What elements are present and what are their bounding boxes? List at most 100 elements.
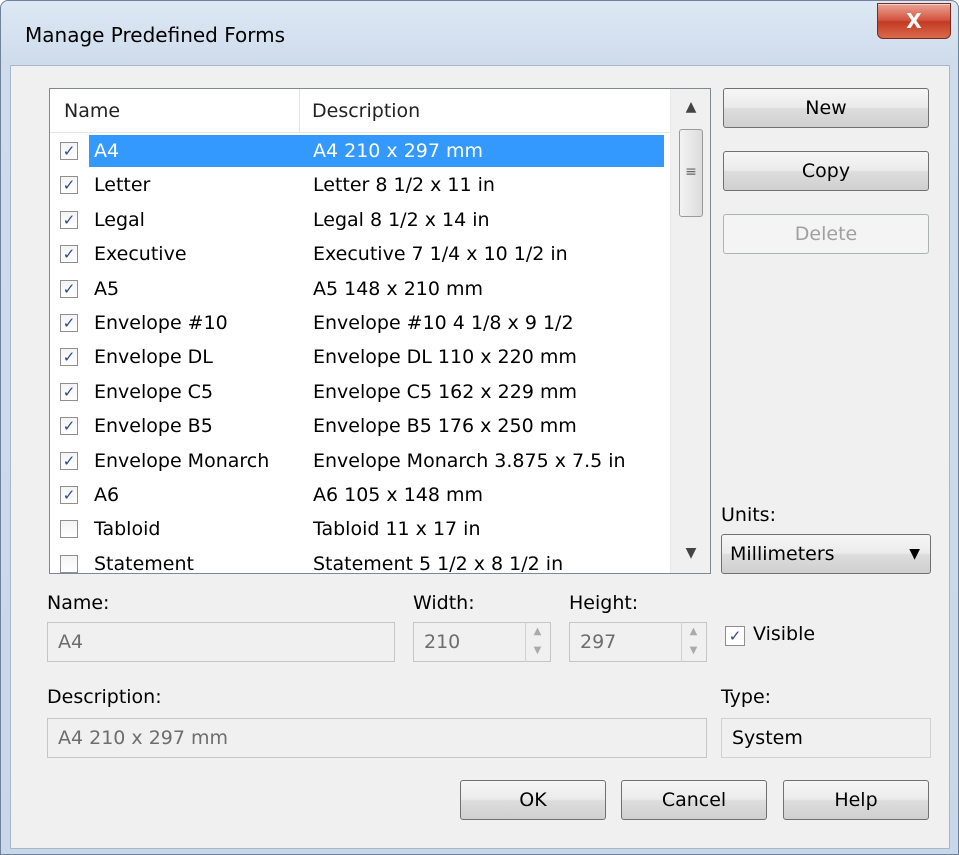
name-field[interactable]: A4 — [47, 622, 395, 662]
list-item-checkbox[interactable]: ✓ — [60, 210, 78, 229]
ok-button[interactable]: OK — [460, 780, 606, 820]
delete-button[interactable]: Delete — [723, 214, 929, 254]
width-label: Width: — [413, 592, 475, 614]
description-field[interactable]: A4 210 x 297 mm — [47, 718, 707, 758]
list-item-name: Statement — [94, 552, 194, 574]
new-button[interactable]: New — [723, 88, 929, 128]
list-item-checkbox[interactable] — [60, 520, 78, 539]
check-icon: ✓ — [62, 245, 76, 264]
scroll-down-icon[interactable]: ▼ — [671, 535, 710, 571]
column-header-name[interactable]: Name — [50, 89, 300, 133]
check-icon: ✓ — [62, 348, 76, 367]
check-icon: ✓ — [62, 142, 76, 160]
copy-button[interactable]: Copy — [723, 151, 929, 191]
list-item-description: A6 105 x 148 mm — [313, 483, 484, 506]
name-field-value: A4 — [58, 631, 84, 653]
width-field-value: 210 — [424, 631, 461, 653]
new-button-label: New — [805, 97, 847, 119]
check-icon: ✓ — [62, 485, 76, 504]
list-item-checkbox[interactable]: ✓ — [60, 451, 78, 470]
height-field-value: 297 — [580, 631, 617, 653]
list-item-description: Envelope #10 4 1/8 x 9 1/2 — [313, 311, 574, 334]
list-item-name: Envelope B5 — [94, 415, 213, 438]
height-spinner[interactable]: ▲ ▼ — [681, 622, 705, 662]
copy-button-label: Copy — [801, 160, 851, 182]
list-item[interactable]: ✓ Legal Legal 8 1/2 x 14 in — [50, 203, 670, 237]
list-item-description: Envelope C5 162 x 229 mm — [313, 380, 577, 403]
list-item[interactable]: ✓ Envelope Monarch Envelope Monarch 3.875 … — [50, 444, 670, 478]
list-item-checkbox[interactable]: ✓ — [60, 313, 78, 332]
list-item-description: A5 148 x 210 mm — [313, 277, 484, 300]
spin-down-icon[interactable]: ▼ — [682, 641, 705, 660]
scroll-up-icon[interactable]: ▲ — [671, 89, 710, 125]
list-item[interactable]: ✓ A4 A4 210 x 297 mm — [50, 134, 670, 168]
list-item[interactable]: ✓ Envelope #10 Envelope #10 4 1/8 x 9 1/2 — [50, 306, 670, 340]
cancel-button[interactable]: Cancel — [621, 780, 767, 820]
list-item[interactable]: ✓ Envelope DL Envelope DL 110 x 220 mm — [50, 340, 670, 374]
dialog-client-area: Name Description ✓ A4 A4 210 x 297 mm ✓ Lett… — [10, 65, 950, 849]
visible-label: Visible — [753, 623, 816, 645]
list-item-checkbox[interactable]: ✓ — [60, 417, 78, 436]
scroll-thumb[interactable]: ≡ — [679, 129, 703, 217]
units-dropdown[interactable]: Millimeters ▼ — [721, 534, 931, 574]
units-value: Millimeters — [730, 543, 835, 565]
list-item-name: A5 — [94, 277, 120, 300]
dialog-window: Manage Predefined Forms X Name Descripti… — [0, 0, 959, 855]
list-scrollbar[interactable]: ▲ ≡ ▼ — [670, 89, 710, 573]
description-label: Description: — [47, 686, 162, 708]
list-item-checkbox[interactable]: ✓ — [60, 176, 78, 195]
height-label: Height: — [569, 592, 639, 614]
help-button[interactable]: Help — [783, 780, 929, 820]
list-item-description: Executive 7 1/4 x 10 1/2 in — [313, 243, 568, 266]
list-item[interactable]: ✓ Envelope B5 Envelope B5 176 x 250 mm — [50, 409, 670, 443]
check-icon: ✓ — [62, 451, 76, 470]
spin-down-icon[interactable]: ▼ — [526, 641, 549, 660]
check-icon: ✓ — [62, 176, 76, 195]
list-item-checkbox[interactable]: ✓ — [60, 279, 78, 298]
check-icon: ✓ — [62, 279, 76, 298]
list-item-description: Envelope DL 110 x 220 mm — [313, 346, 577, 369]
list-item[interactable]: ✓ Letter Letter 8 1/2 x 11 in — [50, 168, 670, 202]
list-item-description: Letter 8 1/2 x 11 in — [313, 174, 495, 197]
list-item-description: A4 210 x 297 mm — [313, 140, 484, 162]
type-label: Type: — [721, 686, 772, 708]
list-item-name: Letter — [94, 174, 151, 197]
list-item[interactable]: ✓ A6 A6 105 x 148 mm — [50, 478, 670, 512]
chevron-down-icon: ▼ — [909, 546, 920, 562]
list-item-name: Envelope #10 — [94, 311, 228, 334]
list-item[interactable]: ✓ Envelope C5 Envelope C5 162 x 229 mm — [50, 375, 670, 409]
visible-checkbox[interactable]: ✓ — [725, 626, 745, 646]
check-icon: ✓ — [62, 210, 76, 229]
list-item-description: Statement 5 1/2 x 8 1/2 in — [313, 552, 564, 574]
list-item-checkbox[interactable]: ✓ — [60, 485, 78, 504]
list-item-description: Tabloid 11 x 17 in — [313, 518, 481, 541]
list-item-checkbox[interactable]: ✓ — [60, 348, 78, 367]
list-item[interactable]: ✓ A5 A5 148 x 210 mm — [50, 272, 670, 306]
title-bar[interactable]: Manage Predefined Forms X — [1, 1, 958, 65]
list-item-name: Legal — [94, 208, 145, 231]
list-item-checkbox[interactable]: ✓ — [60, 142, 78, 160]
list-item-checkbox[interactable]: ✓ — [60, 245, 78, 264]
list-item-checkbox[interactable] — [60, 554, 78, 573]
close-button[interactable]: X — [877, 3, 951, 39]
list-item-description: Legal 8 1/2 x 14 in — [313, 208, 490, 231]
list-item-description: Envelope B5 176 x 250 mm — [313, 415, 577, 438]
width-spinner[interactable]: ▲ ▼ — [525, 622, 549, 662]
spin-up-icon[interactable]: ▲ — [526, 622, 549, 641]
list-item-description: Envelope Monarch 3.875 x 7.5 in — [313, 449, 626, 472]
check-icon: ✓ — [62, 382, 76, 401]
list-item-name: Executive — [94, 243, 187, 266]
list-item-checkbox[interactable]: ✓ — [60, 382, 78, 401]
list-item-name: Envelope C5 — [94, 380, 214, 403]
delete-button-label: Delete — [794, 223, 858, 245]
list-item[interactable]: Tabloid Tabloid 11 x 17 in — [50, 512, 670, 546]
forms-list[interactable]: Name Description ✓ A4 A4 210 x 297 mm ✓ Lett… — [49, 88, 711, 574]
list-item-name: Envelope Monarch — [94, 449, 270, 472]
list-rows: ✓ A4 A4 210 x 297 mm ✓ Letter Letter 8 1/2 x … — [50, 134, 670, 574]
list-item[interactable]: ✓ Executive Executive 7 1/4 x 10 1/2 in — [50, 237, 670, 271]
column-header-description[interactable]: Description — [300, 89, 670, 133]
spin-up-icon[interactable]: ▲ — [682, 622, 705, 641]
list-item-name: Tabloid — [94, 518, 161, 541]
list-item[interactable]: Statement Statement 5 1/2 x 8 1/2 in — [50, 547, 670, 574]
description-field-value: A4 210 x 297 mm — [58, 727, 229, 749]
